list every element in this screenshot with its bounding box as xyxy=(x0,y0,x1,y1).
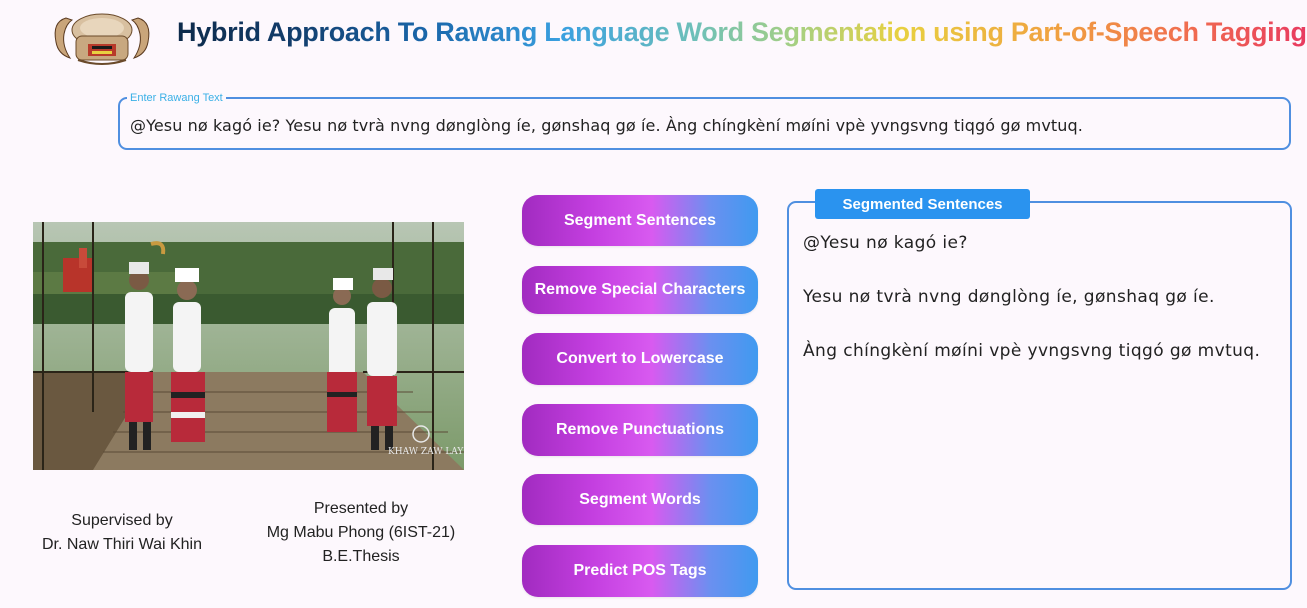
thesis-label: B.E.Thesis xyxy=(322,548,400,565)
segmented-output-text: @Yesu nø kagó ie? Yesu nø tvrà nvng døng… xyxy=(803,229,1288,391)
rawang-text-input[interactable]: Enter Rawang Text @Yesu nø kagó ie? Yesu… xyxy=(118,91,1291,150)
output-sentence: Àng chíngkèní møíni vpè yvngsvng tiqgó g… xyxy=(803,341,1261,361)
supervisor-credit: Supervised by Dr. Naw Thiri Wai Khin xyxy=(22,509,222,557)
output-panel-title: Segmented Sentences xyxy=(815,189,1030,219)
author-name: Mg Mabu Phong (6IST-21) xyxy=(266,524,456,541)
presented-label: Presented by xyxy=(313,500,409,517)
segment-sentences-button[interactable]: Segment Sentences xyxy=(522,195,758,246)
photo-watermark: KHAW ZAW LAY xyxy=(388,447,464,457)
supervisor-name: Dr. Naw Thiri Wai Khin xyxy=(41,536,203,553)
app-root: Hybrid Approach To Rawang Language Word … xyxy=(0,0,1307,608)
input-label: Enter Rawang Text xyxy=(127,91,226,105)
author-credit: Presented by Mg Mabu Phong (6IST-21) B.E… xyxy=(246,497,476,569)
supervised-label: Supervised by xyxy=(71,512,173,529)
cultural-photo: KHAW ZAW LAY xyxy=(33,222,464,470)
input-value[interactable]: @Yesu nø kagó ie? Yesu nø tvrà nvng døng… xyxy=(130,116,1083,135)
output-sentence: Yesu nø tvrà nvng dønglòng íe, gønshaq g… xyxy=(803,287,1215,307)
remove-punctuations-button[interactable]: Remove Punctuations xyxy=(522,404,758,456)
page-title: Hybrid Approach To Rawang Language Word … xyxy=(177,17,1307,47)
remove-special-characters-button[interactable]: Remove Special Characters xyxy=(522,266,758,314)
segment-words-button[interactable]: Segment Words xyxy=(522,474,758,525)
output-sentence: @Yesu nø kagó ie? xyxy=(803,233,968,253)
convert-lowercase-button[interactable]: Convert to Lowercase xyxy=(522,333,758,385)
predict-pos-tags-button[interactable]: Predict POS Tags xyxy=(522,545,758,597)
logo-emblem xyxy=(48,8,156,66)
